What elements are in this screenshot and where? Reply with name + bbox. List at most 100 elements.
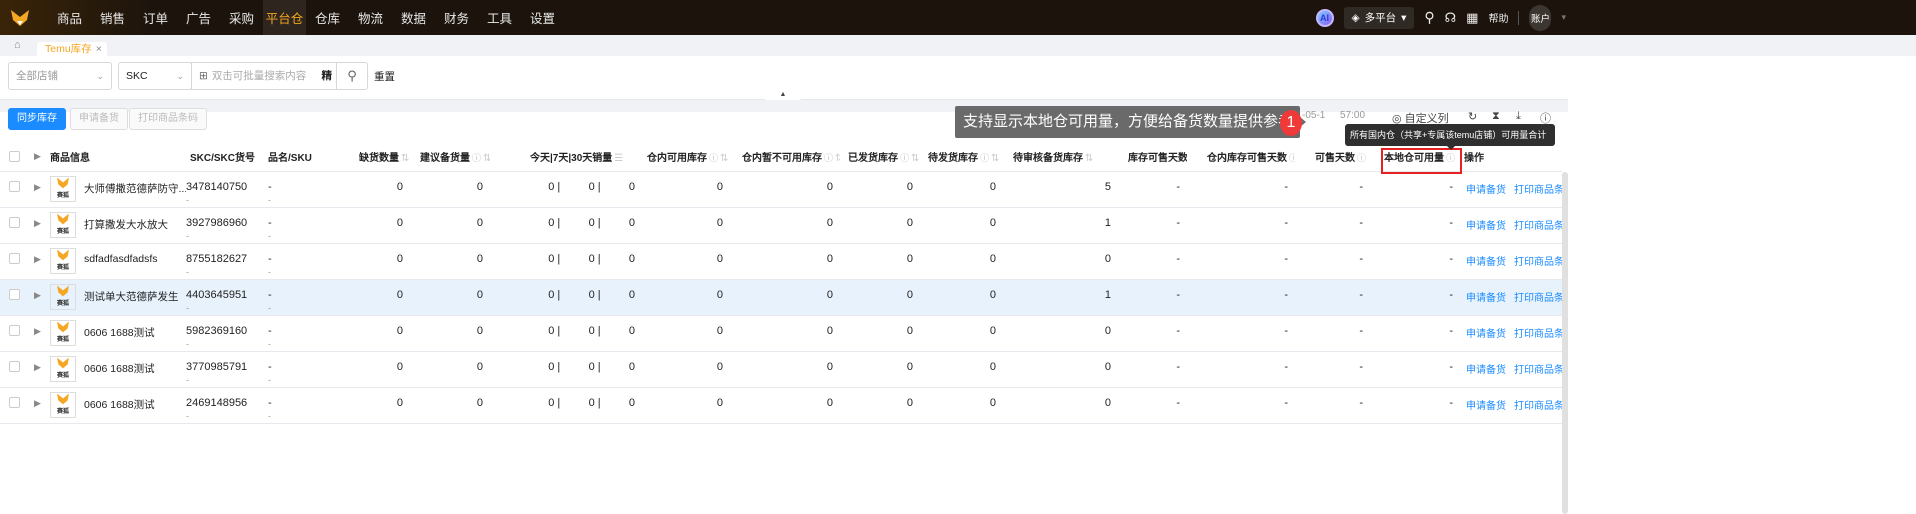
- download-icon[interactable]: ⤓: [1516, 110, 1521, 123]
- expand-icon[interactable]: ▶: [34, 182, 41, 192]
- print-barcode-link[interactable]: 打印商品条码: [1514, 329, 1562, 340]
- nav-item[interactable]: 平台仓: [263, 0, 306, 35]
- column-header[interactable]: 品名/SKU: [265, 149, 355, 164]
- collapse-filters-button[interactable]: ▲: [764, 90, 802, 100]
- select-all-checkbox[interactable]: [9, 151, 20, 162]
- expand-icon[interactable]: ▶: [34, 218, 41, 228]
- help-icon[interactable]: ⓘ: [1357, 153, 1366, 163]
- sort-icon[interactable]: ⇅: [911, 153, 919, 164]
- column-header[interactable]: 缺货数量 ⇅: [355, 149, 410, 164]
- column-header[interactable]: 可售天数 ⓘ: [1295, 149, 1370, 164]
- column-header[interactable]: 已发货库存 ⓘ ⇅: [840, 149, 920, 164]
- apply-stock-link[interactable]: 申请备货: [1466, 365, 1506, 376]
- sort-menu-icon[interactable]: ☰: [614, 153, 623, 164]
- sort-icon[interactable]: ⇅: [991, 153, 999, 164]
- print-barcode-link[interactable]: 打印商品条码: [1514, 401, 1562, 412]
- search-icon[interactable]: ⚲: [1424, 9, 1434, 26]
- row-checkbox[interactable]: [9, 361, 20, 372]
- column-header[interactable]: SKC/SKC货号: [186, 149, 265, 164]
- nav-item[interactable]: 广告: [177, 0, 220, 35]
- tab-temu-inventory[interactable]: Temu库存 ×: [37, 42, 107, 57]
- column-header[interactable]: 仓内库存可售天数 ⓘ: [1187, 149, 1295, 164]
- column-header[interactable]: 今天|7天|30天销量 ☰: [490, 149, 635, 164]
- expand-icon[interactable]: ▶: [34, 398, 41, 408]
- platform-switcher[interactable]: ◈ 多平台 ▾: [1343, 6, 1415, 29]
- row-checkbox[interactable]: [9, 253, 20, 264]
- apps-grid-icon[interactable]: ▦: [1466, 10, 1478, 26]
- apply-stock-link[interactable]: 申请备货: [1466, 293, 1506, 304]
- product-name[interactable]: 0606 1688测试: [84, 397, 155, 412]
- help-icon[interactable]: ⓘ: [900, 153, 909, 163]
- nav-item[interactable]: 财务: [435, 0, 478, 35]
- expand-icon[interactable]: ▶: [34, 151, 41, 161]
- column-header[interactable]: 待审核备货库存 ⇅: [1003, 149, 1118, 164]
- nav-item[interactable]: 物流: [349, 0, 392, 35]
- app-logo[interactable]: [0, 0, 40, 35]
- sort-icon[interactable]: ⇅: [401, 153, 409, 164]
- column-header[interactable]: 仓内暂不可用库存 ⓘ ⇅: [730, 149, 840, 164]
- print-barcode-link[interactable]: 打印商品条码: [1514, 257, 1562, 268]
- row-checkbox[interactable]: [9, 397, 20, 408]
- apply-stock-link[interactable]: 申请备货: [1466, 221, 1506, 232]
- column-header[interactable]: 库存可售天数ⓘ: [1118, 149, 1187, 164]
- search-input[interactable]: ⊞ 双击可批量搜索内容 精: [191, 62, 337, 90]
- search-button[interactable]: ⚲: [336, 62, 368, 90]
- print-barcode-button[interactable]: 打印商品条码: [129, 108, 207, 130]
- row-checkbox[interactable]: [9, 289, 20, 300]
- home-icon[interactable]: ⌂: [14, 39, 21, 51]
- exact-match-toggle[interactable]: 精: [322, 63, 333, 89]
- print-barcode-link[interactable]: 打印商品条码: [1514, 185, 1562, 196]
- print-barcode-link[interactable]: 打印商品条码: [1514, 365, 1562, 376]
- sort-icon[interactable]: ⇅: [1085, 153, 1093, 164]
- nav-item[interactable]: 仓库: [306, 0, 349, 35]
- close-icon[interactable]: ×: [96, 43, 102, 55]
- help-icon[interactable]: ⓘ: [709, 153, 718, 163]
- product-name[interactable]: 大师傅撒范德萨防守...: [84, 181, 186, 196]
- apply-stock-link[interactable]: 申请备货: [1466, 329, 1506, 340]
- row-checkbox[interactable]: [9, 325, 20, 336]
- print-barcode-link[interactable]: 打印商品条码: [1514, 221, 1562, 232]
- expand-icon[interactable]: ▶: [34, 254, 41, 264]
- column-header[interactable]: 待发货库存 ⓘ ⇅: [920, 149, 1003, 164]
- apply-stock-button[interactable]: 申请备货: [70, 108, 128, 130]
- sort-icon[interactable]: ⇅: [483, 153, 490, 164]
- expand-icon[interactable]: ▶: [34, 290, 41, 300]
- nav-item[interactable]: 设置: [521, 0, 564, 35]
- account-avatar[interactable]: 账户: [1529, 4, 1552, 31]
- help-icon[interactable]: ⓘ: [472, 153, 481, 163]
- help-icon[interactable]: ⓘ: [824, 153, 833, 163]
- row-checkbox[interactable]: [9, 217, 20, 228]
- column-header[interactable]: 建议备货量 ⓘ ⇅: [410, 149, 490, 164]
- sync-inventory-button[interactable]: 同步库存: [8, 108, 66, 130]
- column-header[interactable]: 商品信息: [46, 149, 186, 164]
- product-name[interactable]: 测试单大范德萨发生: [84, 289, 179, 304]
- reset-button[interactable]: 重置: [374, 69, 395, 84]
- product-name[interactable]: 0606 1688测试: [84, 361, 155, 376]
- sort-icon[interactable]: ⇅: [720, 153, 728, 164]
- store-select[interactable]: 全部店铺 ⌄: [8, 62, 112, 90]
- vertical-scrollbar[interactable]: [1562, 172, 1568, 514]
- refresh-icon[interactable]: ↻: [1468, 110, 1477, 123]
- product-name[interactable]: sdfadfasdfadsfs: [84, 253, 158, 265]
- column-header[interactable]: 操作: [1460, 149, 1562, 164]
- hourglass-icon[interactable]: ⧗: [1492, 110, 1500, 123]
- nav-item[interactable]: 采购: [220, 0, 263, 35]
- apply-stock-link[interactable]: 申请备货: [1466, 401, 1506, 412]
- nav-item[interactable]: 数据: [392, 0, 435, 35]
- caret-down-icon[interactable]: ▾: [1561, 12, 1566, 23]
- headset-icon[interactable]: ☊: [1445, 10, 1457, 26]
- search-type-select[interactable]: SKC ⌄: [118, 62, 192, 90]
- nav-item[interactable]: 销售: [91, 0, 134, 35]
- product-name[interactable]: 打算撒发大水放大: [84, 217, 168, 232]
- nav-item[interactable]: 订单: [134, 0, 177, 35]
- help-link[interactable]: 帮助: [1488, 10, 1508, 25]
- print-barcode-link[interactable]: 打印商品条码: [1514, 293, 1562, 304]
- nav-item[interactable]: 商品: [48, 0, 91, 35]
- expand-icon[interactable]: ▶: [34, 362, 41, 372]
- apply-stock-link[interactable]: 申请备货: [1466, 185, 1506, 196]
- column-header[interactable]: 仓内可用库存 ⓘ ⇅: [635, 149, 730, 164]
- nav-item[interactable]: 工具: [478, 0, 521, 35]
- product-name[interactable]: 0606 1688测试: [84, 325, 155, 340]
- apply-stock-link[interactable]: 申请备货: [1466, 257, 1506, 268]
- help-icon[interactable]: ⓘ: [980, 153, 989, 163]
